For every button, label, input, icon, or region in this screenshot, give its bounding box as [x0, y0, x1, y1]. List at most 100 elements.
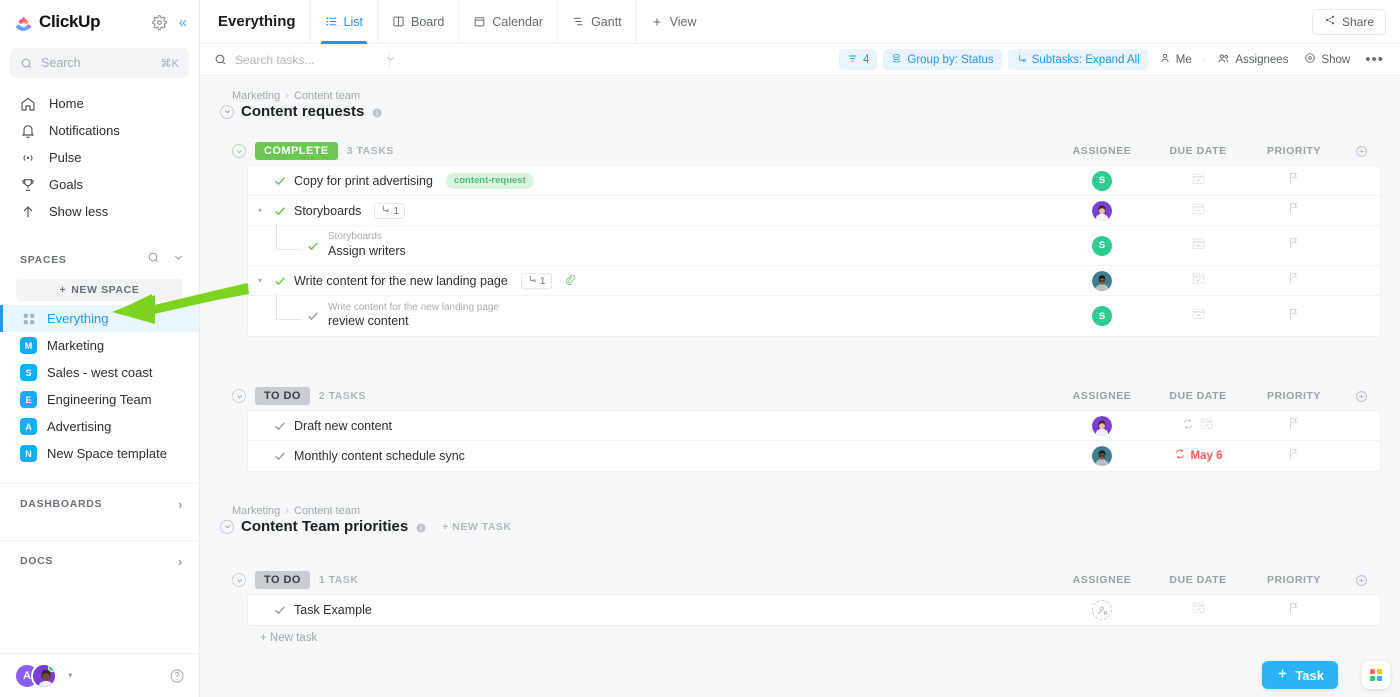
add-column-icon[interactable]	[1342, 390, 1380, 403]
group-by-button[interactable]: Group by: Status	[883, 49, 1002, 70]
status-badge[interactable]: TO DO	[255, 571, 310, 589]
sidebar-item-sales-west-coast[interactable]: S Sales - west coast	[0, 359, 199, 386]
help-icon[interactable]	[169, 668, 185, 684]
collapse-list-icon[interactable]	[220, 104, 234, 119]
subtasks-button[interactable]: Subtasks: Expand All	[1007, 49, 1148, 70]
assignee-cell[interactable]: S	[1054, 306, 1150, 326]
column-header-priority[interactable]: PRIORITY	[1246, 145, 1342, 157]
breadcrumb[interactable]: Marketing › Content team	[232, 90, 1380, 102]
column-header-assignee[interactable]: ASSIGNEE	[1054, 390, 1150, 402]
chevron-down-icon[interactable]: ▾	[68, 670, 73, 681]
priority-cell[interactable]	[1246, 201, 1342, 220]
clickup-logo[interactable]: ClickUp	[14, 12, 101, 32]
subtask-count-badge[interactable]: 1	[374, 202, 406, 219]
sidebar-item-show-less[interactable]: Show less	[0, 198, 199, 225]
priority-cell[interactable]	[1246, 601, 1342, 620]
assignee-cell[interactable]: S	[1054, 170, 1150, 191]
collapse-group-icon[interactable]	[232, 144, 246, 158]
table-row[interactable]: Task Example	[248, 595, 1380, 625]
add-task-button[interactable]: Task	[1262, 661, 1338, 689]
sidebar-item-everything[interactable]: Everything	[0, 305, 199, 332]
task-complete-check-icon[interactable]	[306, 239, 320, 253]
column-header-assignee[interactable]: ASSIGNEE	[1054, 145, 1150, 157]
expand-subtasks-icon[interactable]: ▾	[258, 206, 266, 215]
info-icon[interactable]	[415, 521, 427, 533]
due-date-cell[interactable]	[1150, 306, 1246, 326]
assignee-cell[interactable]	[1054, 415, 1150, 436]
breadcrumb-parent[interactable]: Marketing	[232, 505, 280, 517]
new-task-button[interactable]: + NEW TASK	[442, 521, 511, 533]
sidebar-search-input[interactable]	[41, 56, 153, 70]
add-new-task-row[interactable]: + New task	[248, 625, 1380, 651]
priority-cell[interactable]	[1246, 447, 1342, 466]
assignees-button[interactable]: Assignees	[1212, 52, 1293, 68]
sidebar-item-marketing[interactable]: M Marketing	[0, 332, 199, 359]
filter-button[interactable]: 4	[838, 49, 878, 70]
tab-calendar[interactable]: Calendar	[458, 0, 557, 44]
task-name[interactable]: Assign writers	[328, 244, 406, 260]
due-date-value[interactable]: May 6	[1191, 450, 1223, 462]
task-name[interactable]: Write content for the new landing page	[294, 274, 508, 288]
me-filter-button[interactable]: Me	[1154, 52, 1197, 67]
breadcrumb[interactable]: Marketing › Content team	[232, 505, 1380, 517]
collapse-list-icon[interactable]	[220, 519, 234, 534]
priority-cell[interactable]	[1246, 307, 1342, 326]
task-complete-check-icon[interactable]	[273, 603, 287, 617]
sidebar-search[interactable]: ⌘K	[10, 48, 189, 78]
add-column-icon[interactable]	[1342, 574, 1380, 587]
table-row[interactable]: ▾ Storyboards 1	[248, 196, 1380, 226]
column-header-due-date[interactable]: DUE DATE	[1150, 145, 1246, 157]
task-name[interactable]: Monthly content schedule sync	[294, 449, 465, 463]
collapse-group-icon[interactable]	[232, 573, 246, 587]
assignee-cell[interactable]	[1054, 446, 1150, 466]
chevron-down-icon[interactable]	[385, 53, 396, 67]
task-complete-check-icon[interactable]	[273, 419, 287, 433]
task-complete-check-icon[interactable]	[273, 174, 287, 188]
assignee-cell[interactable]	[1054, 270, 1150, 291]
status-badge[interactable]: TO DO	[255, 387, 310, 405]
column-header-due-date[interactable]: DUE DATE	[1150, 574, 1246, 586]
column-header-priority[interactable]: PRIORITY	[1246, 574, 1342, 586]
spaces-search-icon[interactable]	[147, 251, 160, 269]
column-header-due-date[interactable]: DUE DATE	[1150, 390, 1246, 402]
gear-icon[interactable]	[151, 14, 167, 30]
due-date-cell[interactable]	[1150, 236, 1246, 256]
breadcrumb-parent[interactable]: Marketing	[232, 90, 280, 102]
sidebar-item-pulse[interactable]: Pulse	[0, 144, 199, 171]
share-button[interactable]: Share	[1311, 8, 1386, 35]
column-header-priority[interactable]: PRIORITY	[1246, 390, 1342, 402]
collapse-sidebar-icon[interactable]: «	[179, 15, 187, 30]
table-row[interactable]: ▾ Write content for the new landing page	[248, 266, 1380, 296]
task-name[interactable]: review content	[328, 314, 499, 330]
sidebar-item-dashboards[interactable]: DASHBOARDS ›	[0, 484, 199, 524]
assignee-cell[interactable]	[1054, 200, 1150, 221]
sidebar-item-notifications[interactable]: Notifications	[0, 117, 199, 144]
tab-board[interactable]: Board	[376, 0, 458, 44]
task-name[interactable]: Draft new content	[294, 419, 392, 433]
task-complete-check-icon[interactable]	[273, 449, 287, 463]
table-row[interactable]: Monthly content schedule sync May 6	[248, 441, 1380, 471]
breadcrumb-child[interactable]: Content team	[294, 90, 360, 102]
tab-add-view[interactable]: View	[635, 0, 711, 44]
due-date-cell[interactable]	[1150, 201, 1246, 221]
new-space-button[interactable]: + NEW SPACE	[16, 279, 183, 301]
sidebar-item-engineering-team[interactable]: E Engineering Team	[0, 386, 199, 413]
add-assignee-icon[interactable]	[1092, 600, 1112, 620]
table-row[interactable]: Copy for print advertising content-reque…	[248, 166, 1380, 196]
table-row[interactable]: Write content for the new landing page r…	[248, 293, 1380, 336]
collapse-group-icon[interactable]	[232, 389, 246, 403]
breadcrumb-child[interactable]: Content team	[294, 505, 360, 517]
due-date-cell[interactable]	[1150, 416, 1246, 436]
tab-list[interactable]: List	[309, 0, 377, 44]
priority-cell[interactable]	[1246, 416, 1342, 435]
tab-gantt[interactable]: Gantt	[557, 0, 636, 44]
task-search[interactable]	[214, 52, 394, 67]
assignee-cell[interactable]	[1054, 600, 1150, 620]
sidebar-item-home[interactable]: Home	[0, 90, 199, 117]
subtask-count-badge[interactable]: 1	[520, 272, 552, 289]
show-button[interactable]: Show	[1299, 52, 1355, 67]
info-icon[interactable]	[371, 106, 383, 118]
due-date-cell[interactable]	[1150, 171, 1246, 191]
sidebar-item-advertising[interactable]: A Advertising	[0, 413, 199, 440]
expand-subtasks-icon[interactable]: ▾	[258, 276, 266, 285]
